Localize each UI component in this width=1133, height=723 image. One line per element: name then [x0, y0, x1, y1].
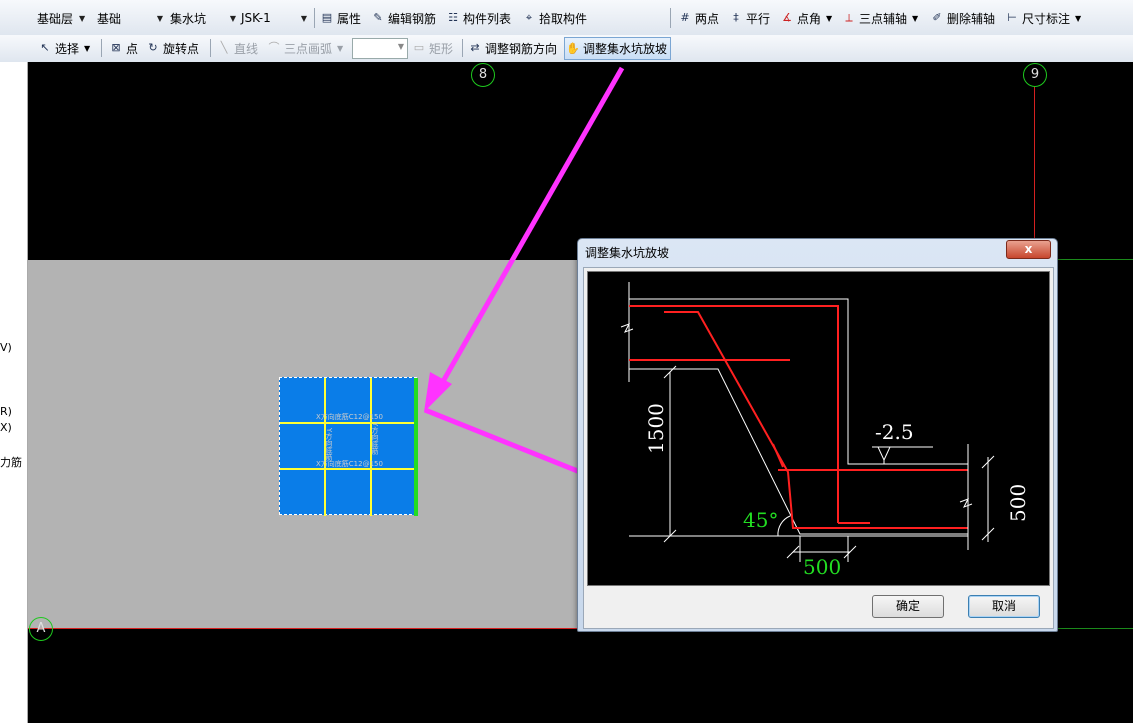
cancel-label: 取消	[991, 599, 1016, 613]
ok-button[interactable]: 确定	[872, 595, 944, 618]
ok-label: 确定	[895, 599, 920, 613]
close-icon: x	[1024, 242, 1033, 256]
cancel-button[interactable]: 取消	[968, 595, 1040, 618]
slope-angle-label: 45°	[743, 508, 779, 532]
adjust-pit-slope-dialog: 调整集水坑放坡 x 1500 -2.5 45° 500 500 确定 取消	[577, 238, 1058, 632]
slope-width-label: 500	[803, 555, 842, 579]
elevation-label: -2.5	[875, 420, 914, 444]
close-button[interactable]: x	[1006, 240, 1051, 259]
dialog-title: 调整集水坑放坡	[585, 246, 670, 260]
dialog-body: 1500 -2.5 45° 500 500 确定 取消	[583, 267, 1054, 629]
depth-dimension-label: 1500	[644, 403, 668, 454]
thickness-dimension-label: 500	[1006, 483, 1030, 522]
slope-diagram: 1500 -2.5 45° 500 500	[587, 271, 1050, 586]
